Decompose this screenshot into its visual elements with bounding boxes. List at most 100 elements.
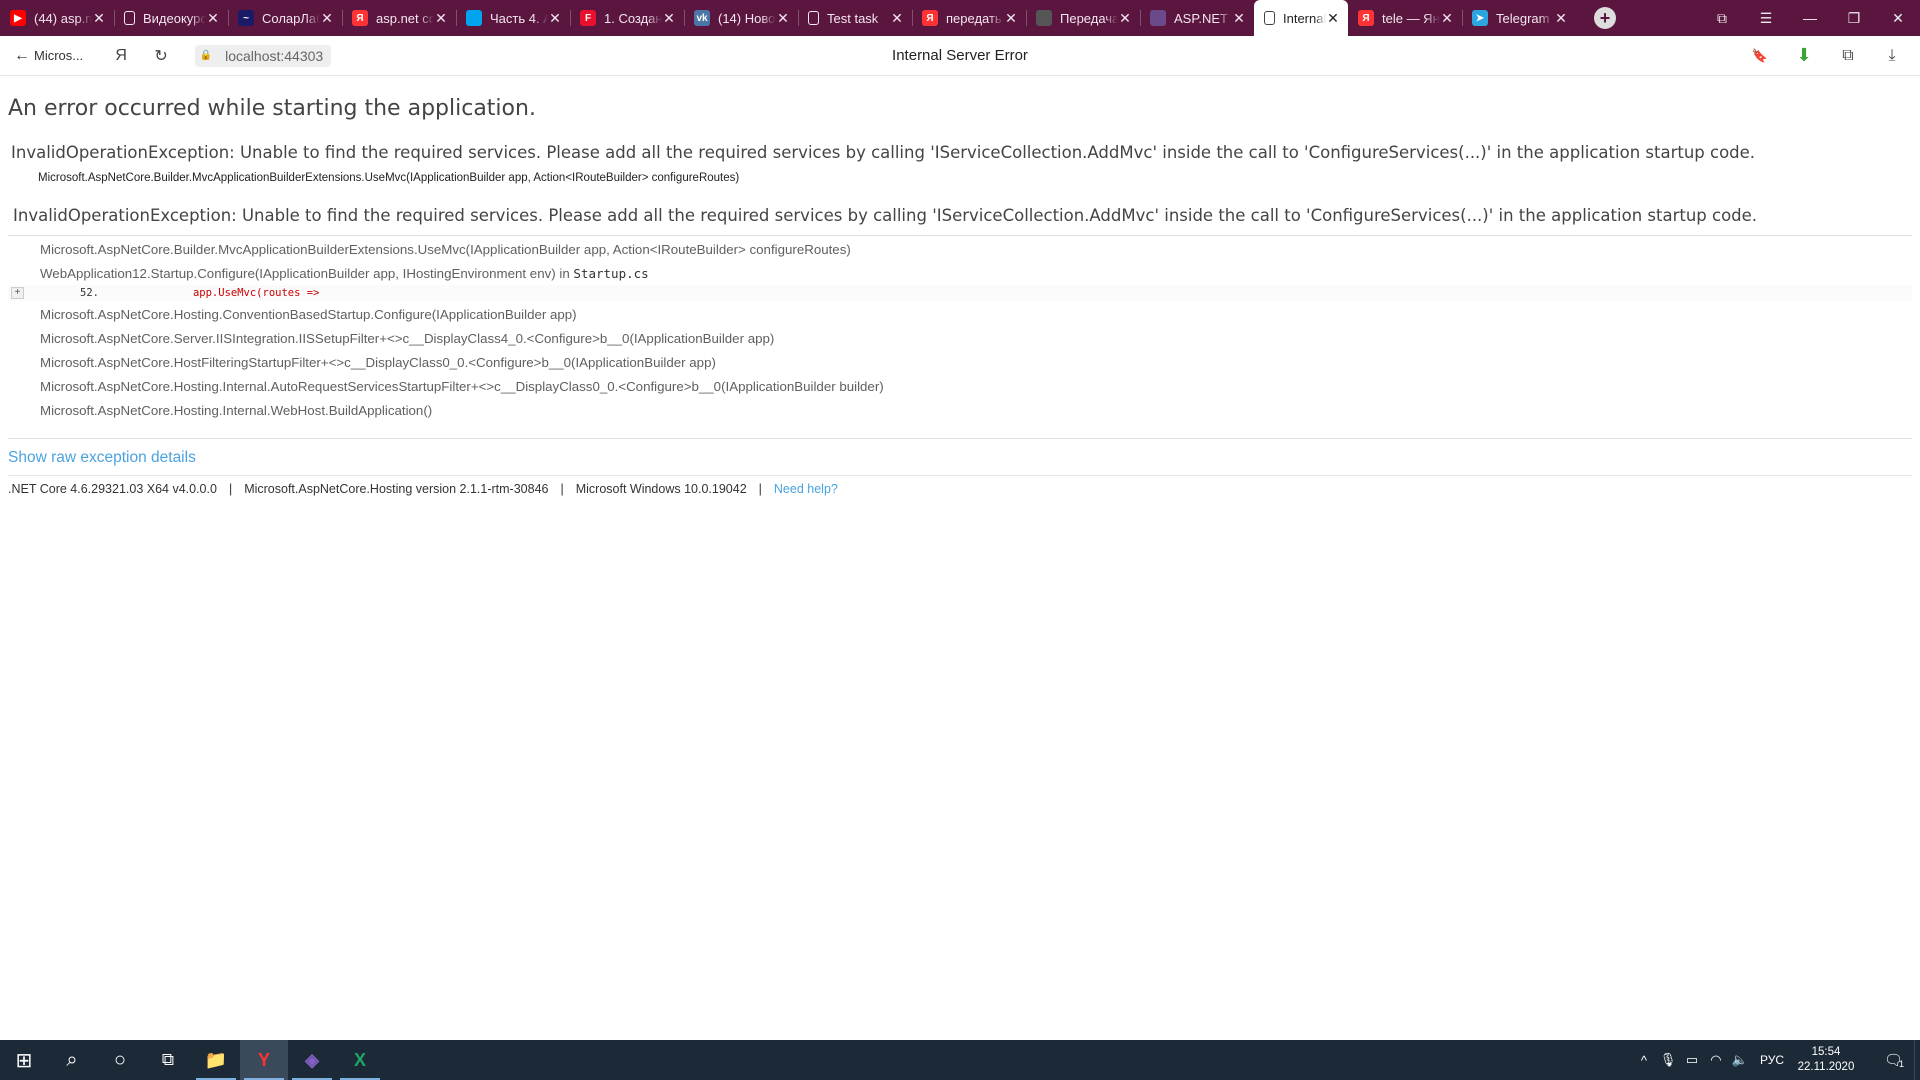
browser-tab[interactable]: vk (14) Новости✕	[684, 0, 798, 36]
excel-icon: X	[353, 1049, 366, 1070]
yandex-home-button[interactable]: Я	[101, 47, 141, 65]
browser-tab[interactable]: ~ СоларЛаб ✕	[228, 0, 342, 36]
tabs-list-button[interactable]: ⧉	[1700, 0, 1744, 36]
close-window-button[interactable]: ✕	[1876, 0, 1920, 36]
need-help-link[interactable]: Need help?	[774, 482, 838, 496]
cortana-button[interactable]: ○	[96, 1040, 144, 1080]
windows-icon: ⊞	[15, 1049, 33, 1072]
line-number: 52.	[80, 287, 99, 299]
close-tab-icon[interactable]: ✕	[1326, 10, 1340, 27]
browser-tab[interactable]: Япередать ✕	[912, 0, 1026, 36]
error-page: An error occurred while starting the app…	[0, 77, 1920, 1040]
tab-title: передать	[946, 10, 1002, 26]
tab-title: СоларЛаб	[262, 10, 320, 26]
extension-button[interactable]: ⬇	[1782, 45, 1826, 66]
browser-tab[interactable]: ➤ Telegram ✕	[1462, 0, 1576, 36]
reload-button[interactable]: ↻	[141, 46, 181, 66]
tab-title: (14) Новости	[718, 10, 776, 26]
downloads-button[interactable]: ⤓	[1870, 47, 1914, 65]
close-tab-icon[interactable]: ✕	[320, 10, 334, 27]
wifi-icon[interactable]: ◠	[1704, 1052, 1728, 1068]
browser-tab[interactable]: Часть 4. ASP.NET✕	[456, 0, 570, 36]
taskbar-app-yandex-browser[interactable]: Y	[240, 1040, 288, 1080]
show-desktop-button[interactable]	[1914, 1040, 1920, 1080]
close-tab-icon[interactable]: ✕	[548, 10, 562, 27]
taskbar-app-visual-studio[interactable]: ◈	[288, 1040, 336, 1080]
tab-title: Test task	[827, 10, 879, 26]
stack-frame: Microsoft.AspNetCore.Hosting.Internal.Au…	[40, 379, 884, 394]
search-button[interactable]: ⌕	[48, 1040, 96, 1080]
expand-source-button[interactable]: +	[11, 287, 24, 299]
stack-frame: Microsoft.AspNetCore.Server.IISIntegrati…	[40, 331, 775, 346]
browser-tab[interactable]: Internal Server✕	[1254, 0, 1348, 36]
reader-button[interactable]: ⧉	[1826, 47, 1870, 65]
task-view-button[interactable]: ⧉	[144, 1040, 192, 1080]
show-hidden-icons-button[interactable]: ^	[1632, 1053, 1656, 1068]
taskbar-app-excel[interactable]: X	[336, 1040, 384, 1080]
tab-title: Telegram	[1496, 10, 1550, 26]
exception-title: InvalidOperationException: Unable to fin…	[11, 143, 1756, 162]
page-heading: An error occurred while starting the app…	[8, 96, 536, 121]
close-tab-icon[interactable]: ✕	[206, 10, 220, 27]
browser-tab[interactable]: Test task ✕	[798, 0, 912, 36]
battery-icon[interactable]: ▭	[1680, 1052, 1704, 1068]
close-tab-icon[interactable]: ✕	[1118, 10, 1132, 27]
tab-title: asp.net core	[376, 10, 434, 26]
close-tab-icon[interactable]: ✕	[662, 10, 676, 27]
new-tab-button[interactable]: +	[1584, 0, 1626, 36]
microphone-icon[interactable]: 🎙	[1656, 1052, 1680, 1068]
tab-title: Передача	[1060, 10, 1118, 26]
file-explorer-icon: 📁	[204, 1049, 228, 1070]
browser-tab[interactable]: F 1. Создание✕	[570, 0, 684, 36]
browser-tab[interactable]: ▶ (44) asp.net core✕	[0, 0, 114, 36]
source-code: app.UseMvc(routes =>	[192, 287, 320, 299]
close-tab-icon[interactable]: ✕	[890, 10, 904, 27]
menu-icon: ☰	[1759, 9, 1773, 26]
menu-button[interactable]: ☰	[1744, 0, 1788, 36]
restore-button[interactable]: ❐	[1832, 0, 1876, 36]
volume-icon[interactable]: 🔈	[1728, 1052, 1752, 1068]
cortana-icon: ○	[113, 1048, 127, 1071]
minimize-button[interactable]: —	[1788, 0, 1832, 36]
collections-icon: ⧉	[1842, 46, 1854, 64]
close-tab-icon[interactable]: ✕	[434, 10, 448, 27]
browser-tab[interactable]: ASP.NET ✕	[1140, 0, 1254, 36]
clock-time: 15:54	[1811, 1046, 1841, 1058]
close-tab-icon[interactable]: ✕	[1232, 10, 1246, 27]
restore-icon: ❐	[1847, 9, 1861, 26]
close-tab-icon[interactable]: ✕	[1554, 10, 1568, 27]
runtime-footer: .NET Core 4.6.29321.03 X64 v4.0.0.0 | Micr…	[8, 475, 1912, 496]
action-center-button[interactable]: 🗨 1	[1874, 1040, 1914, 1080]
start-button[interactable]: ⊞	[0, 1040, 48, 1080]
close-icon: ✕	[1892, 9, 1904, 26]
stack-frame-method: WebApplication12.Startup.Configure(IAppl…	[40, 266, 574, 281]
stack-frame: Microsoft.AspNetCore.Hosting.ConventionB…	[40, 307, 577, 322]
lock-icon: 🔒	[199, 50, 213, 61]
show-raw-exception-link[interactable]: Show raw exception details	[8, 449, 196, 467]
bookmark-button[interactable]: 🔖	[1738, 48, 1782, 64]
yandex-icon: Я	[115, 46, 127, 64]
clock[interactable]: 15:54 22.11.2020	[1796, 1045, 1856, 1075]
microsoft-icon	[466, 10, 482, 26]
site-info-button[interactable]: 🔒	[195, 44, 218, 67]
close-tab-icon[interactable]: ✕	[92, 10, 106, 27]
back-button[interactable]: ← Micros...	[14, 47, 83, 65]
exception-frame: Microsoft.AspNetCore.Builder.MvcApplicat…	[38, 172, 740, 184]
url-field[interactable]: 🔒 localhost:44303	[195, 44, 332, 67]
browser-tab[interactable]: Яtele — Яндекс✕	[1348, 0, 1462, 36]
browser-tab-strip: ▶(44) asp.net core✕Видеокурсы✕~СоларЛаб✕…	[0, 0, 1920, 36]
browser-tab[interactable]: Видеокурсы✕	[114, 0, 228, 36]
solarlab-icon: ~	[238, 10, 254, 26]
tab-title: Internal Server	[1283, 10, 1326, 26]
close-tab-icon[interactable]: ✕	[776, 10, 790, 27]
tab-title: ASP.NET	[1174, 10, 1228, 26]
browser-tab[interactable]: Передача ✕	[1026, 0, 1140, 36]
browser-tab[interactable]: Яasp.net core✕	[342, 0, 456, 36]
source-code-line: + 52. app.UseMvc(routes =>	[8, 285, 1912, 301]
input-language[interactable]: РУС	[1760, 1053, 1784, 1067]
taskbar-app-file-explorer[interactable]: 📁	[192, 1040, 240, 1080]
footer-separator: |	[758, 482, 762, 496]
windows-taskbar: ⊞ ⌕ ○ ⧉ 📁 Y ◈ X ^ 🎙 ▭ ◠ 🔈 РУС 15:54 22.11.2…	[0, 1040, 1920, 1080]
close-tab-icon[interactable]: ✕	[1004, 10, 1018, 27]
close-tab-icon[interactable]: ✕	[1440, 10, 1454, 27]
